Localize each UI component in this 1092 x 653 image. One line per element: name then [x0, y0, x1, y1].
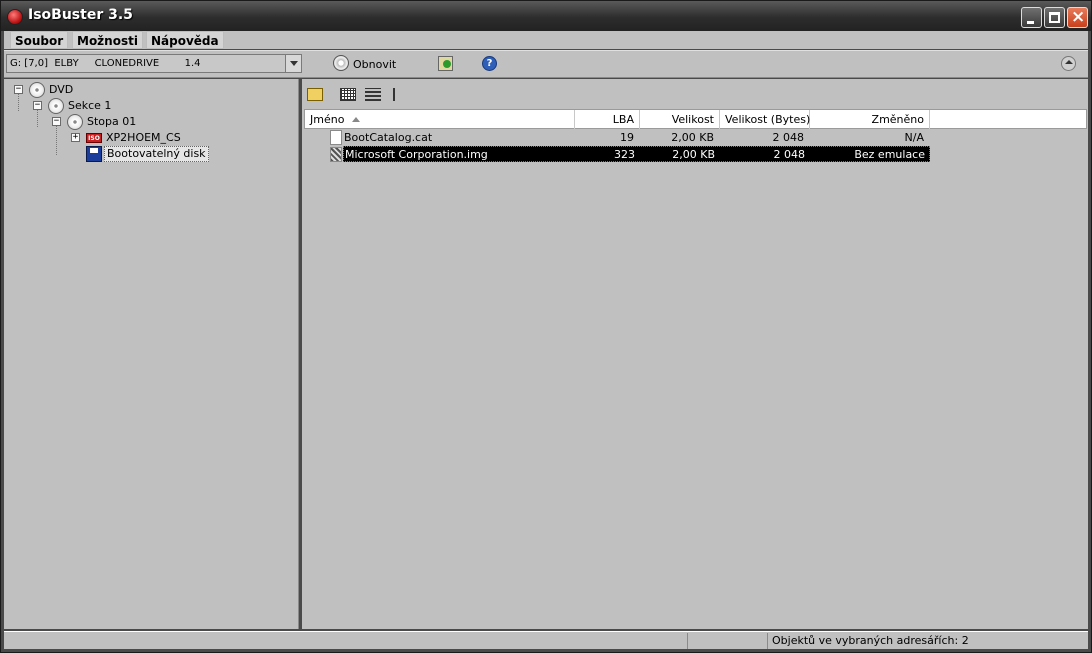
cell-name: Microsoft Corporation.img [345, 148, 488, 161]
list-toolbar [302, 79, 1088, 107]
collapse-icon[interactable]: − [33, 101, 42, 110]
cell-size: 2,00 KB [672, 148, 715, 161]
column-modified[interactable]: Změněno [810, 110, 930, 129]
menu-moznosti[interactable]: Možnosti [72, 31, 143, 49]
minimize-icon [1027, 21, 1034, 24]
column-bytes[interactable]: Velikost (Bytes) [720, 110, 810, 129]
floppy-disk-icon [86, 146, 102, 162]
column-size[interactable]: Velikost [640, 110, 720, 129]
cell-modified: Bez emulace [854, 148, 925, 161]
file-list: BootCatalog.cat 19 2,00 KB 2 048 N/A Mic… [304, 129, 1087, 629]
tree-label-session: Sekce 1 [68, 99, 112, 112]
tree-label-iso: XP2HOEM_CS [106, 131, 181, 144]
collapse-icon[interactable]: − [52, 117, 61, 126]
cell-lba: 19 [620, 131, 634, 144]
status-objects-count: Objektů ve vybraných adresářích: 2 [772, 634, 969, 647]
eject-icon[interactable] [1061, 56, 1076, 71]
tree-item-iso[interactable]: + ISO XP2HOEM_CS [4, 130, 204, 144]
dvd-disc-icon [29, 82, 45, 98]
maximize-button[interactable] [1044, 7, 1065, 28]
file-icon [330, 130, 342, 145]
tree-pane: − DVD − Sekce 1 − Stopa 01 + ISO XP2HOEM… [4, 79, 299, 629]
cell-bytes: 2 048 [772, 131, 805, 144]
title-bar[interactable]: IsoBuster 3.5 × [1, 1, 1091, 31]
menu-napoveda[interactable]: Nápověda [146, 31, 224, 49]
tree-view-icon[interactable] [393, 88, 409, 101]
iso-filesystem-icon: ISO [86, 133, 102, 143]
file-list-pane: Jméno LBA Velikost Velikost (Bytes) Změn… [302, 79, 1088, 629]
cell-size: 2,00 KB [671, 131, 714, 144]
list-header: Jméno LBA Velikost Velikost (Bytes) Změn… [304, 109, 1087, 129]
status-bar: Objektů ve vybraných adresářích: 2 [4, 631, 1088, 649]
tree-label-track: Stopa 01 [87, 115, 137, 128]
details-view-icon[interactable] [340, 88, 356, 101]
isobuster-logo-icon [7, 9, 23, 25]
menu-bar: Soubor Možnosti Nápověda [4, 31, 1088, 49]
drive-select-value: G: [7,0] ELBY CLONEDRIVE 1.4 [10, 58, 201, 69]
collapse-icon[interactable]: − [14, 85, 23, 94]
cell-lba: 323 [614, 148, 635, 161]
column-lba[interactable]: LBA [575, 110, 640, 129]
list-row-bootcatalog[interactable]: BootCatalog.cat 19 2,00 KB 2 048 N/A [304, 130, 930, 146]
folder-up-icon[interactable] [307, 88, 323, 101]
session-disc-icon [48, 98, 64, 114]
status-divider [687, 633, 688, 649]
maximize-icon [1049, 12, 1060, 23]
disc-refresh-icon [333, 55, 349, 71]
extract-icon[interactable] [438, 56, 453, 71]
tree-item-dvd[interactable]: − DVD [4, 82, 124, 98]
track-disc-icon [67, 114, 83, 130]
minimize-button[interactable] [1021, 7, 1042, 28]
list-view-icon[interactable] [365, 88, 381, 101]
main-toolbar: G: [7,0] ELBY CLONEDRIVE 1.4 Obnovit ? [4, 50, 1088, 78]
disk-image-icon [330, 147, 342, 162]
app-window: IsoBuster 3.5 × Soubor Možnosti Nápověda… [0, 0, 1092, 653]
menu-soubor[interactable]: Soubor [10, 31, 69, 49]
tree-item-track[interactable]: − Stopa 01 [4, 114, 164, 130]
drive-select[interactable]: G: [7,0] ELBY CLONEDRIVE 1.4 [6, 54, 302, 73]
cell-bytes: 2 048 [773, 148, 806, 161]
list-row-microsoft-img[interactable]: Microsoft Corporation.img 323 2,00 KB 2 … [343, 146, 930, 162]
close-button[interactable]: × [1067, 7, 1088, 28]
refresh-label: Obnovit [353, 58, 397, 71]
tree-label-boot-disk: Bootovatelný disk [104, 146, 209, 162]
cell-modified: N/A [904, 131, 924, 144]
cell-name: BootCatalog.cat [344, 131, 433, 144]
status-divider [767, 633, 768, 649]
window-title: IsoBuster 3.5 [28, 7, 133, 23]
sort-ascending-icon [352, 117, 361, 122]
chevron-down-icon[interactable] [285, 55, 301, 72]
close-icon: × [1071, 7, 1086, 27]
column-name[interactable]: Jméno [305, 110, 575, 129]
tree-item-session[interactable]: − Sekce 1 [4, 98, 144, 114]
help-icon[interactable]: ? [482, 56, 497, 71]
tree-item-boot-disk[interactable]: Bootovatelný disk [4, 146, 209, 162]
column-name-label: Jméno [310, 113, 345, 126]
tree-label-dvd: DVD [49, 83, 74, 96]
expand-icon[interactable]: + [71, 133, 80, 142]
